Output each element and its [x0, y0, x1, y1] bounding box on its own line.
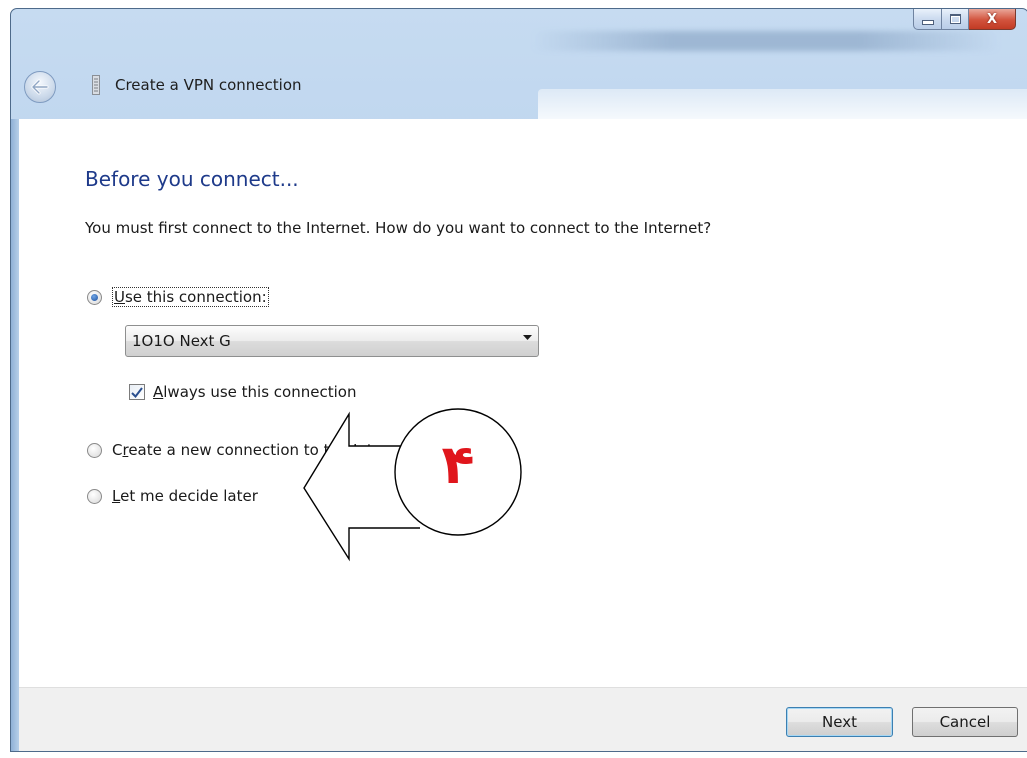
caption-buttons: X [913, 9, 1016, 30]
radio-selected-dot [91, 293, 98, 301]
accelerator-key: A [153, 383, 164, 401]
titlebar-glow [531, 31, 1001, 51]
option-label-prefix: C [112, 441, 123, 459]
window-title: Create a VPN connection [115, 76, 302, 94]
option-label-text: se this connection: [124, 288, 267, 306]
radio-use-this-connection[interactable] [87, 289, 102, 305]
back-button[interactable] [24, 71, 56, 103]
option-label-text: eate a new connection to the Internet [128, 441, 413, 459]
option-label-text: et me decide later [120, 487, 258, 505]
accelerator-key: U [114, 288, 125, 306]
window-frame-left [11, 119, 19, 751]
always-use-label-text: lways use this connection [163, 383, 357, 401]
page-heading: Before you connect... [85, 167, 299, 191]
maximize-button[interactable] [942, 9, 969, 30]
nav-bar-background [538, 89, 1027, 119]
radio-decide-later[interactable] [87, 488, 102, 504]
checkmark-icon [131, 386, 143, 398]
always-use-checkbox[interactable] [129, 384, 145, 400]
maximize-icon [949, 14, 961, 24]
option-use-this-connection[interactable]: Use this connection: [87, 287, 269, 307]
always-use-label: Always use this connection [153, 383, 356, 401]
option-label: Use this connection: [112, 287, 269, 307]
option-label: Create a new connection to the Internet [112, 441, 413, 459]
always-use-checkbox-row[interactable]: Always use this connection [129, 383, 356, 401]
minimize-button[interactable] [913, 9, 942, 30]
radio-create-new-connection[interactable] [87, 442, 102, 458]
option-create-new-connection[interactable]: Create a new connection to the Internet [87, 441, 413, 459]
minimize-icon [921, 19, 934, 25]
next-button[interactable]: Next [786, 707, 893, 737]
option-label: Let me decide later [112, 487, 258, 505]
wizard-footer: Next Cancel [19, 687, 1027, 751]
cancel-button[interactable]: Cancel [912, 707, 1018, 737]
annotation-step-number: ۴ [441, 433, 475, 496]
connection-select-value: 1O1O Next G [132, 332, 231, 350]
option-decide-later[interactable]: Let me decide later [87, 487, 258, 505]
vpn-wizard-window: X Create a VPN connection Before you con… [10, 8, 1027, 752]
question-text: You must first connect to the Internet. … [85, 219, 712, 237]
wizard-content: Before you connect... You must first con… [19, 119, 1027, 687]
chevron-down-icon [523, 335, 532, 340]
close-icon: X [986, 11, 998, 27]
wizard-icon [92, 75, 100, 95]
connection-select[interactable]: 1O1O Next G [125, 325, 539, 357]
accelerator-key: L [112, 487, 121, 505]
close-button[interactable]: X [969, 9, 1016, 30]
back-arrow-icon [31, 79, 49, 95]
